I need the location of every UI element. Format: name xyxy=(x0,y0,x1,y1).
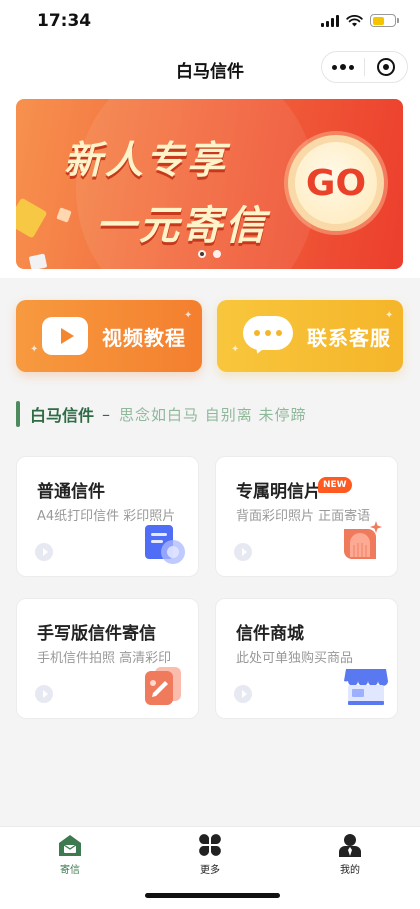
user-icon xyxy=(339,834,361,857)
slogan: 白马信件 – 思念如白马 自别离 未停蹄 xyxy=(16,401,307,427)
arrow-right-icon xyxy=(234,685,252,703)
play-icon xyxy=(42,317,88,355)
decor-cube xyxy=(16,197,48,239)
tab-label: 更多 xyxy=(200,865,220,876)
carousel-dot[interactable] xyxy=(213,250,221,258)
carousel-dots xyxy=(198,250,221,258)
shop-icon xyxy=(344,669,388,705)
battery-icon xyxy=(370,14,399,27)
sparkle-icon: ✦ xyxy=(184,310,193,321)
card-title: 手写版信件寄信 xyxy=(37,624,156,644)
home-indicator xyxy=(145,893,280,898)
banner-headline: 新人专享 xyxy=(64,138,229,182)
arrow-right-icon xyxy=(234,543,252,561)
mini-program-capsule xyxy=(321,51,408,83)
status-bar: 17:34 xyxy=(0,0,420,44)
decor-cube xyxy=(28,253,48,269)
handwriting-icon xyxy=(145,667,181,705)
status-time: 17:34 xyxy=(37,11,92,31)
video-tutorial-label: 视频教程 xyxy=(102,325,186,350)
postcard-icon xyxy=(344,521,382,559)
arrow-right-icon xyxy=(35,543,53,561)
tab-label: 我的 xyxy=(340,865,360,876)
tab-profile[interactable]: 我的 xyxy=(320,833,380,876)
clover-icon xyxy=(199,834,221,856)
sparkle-icon: ✦ xyxy=(385,310,394,321)
banner-area: 新人专享 一元寄信 GO xyxy=(0,92,420,278)
card-title: 专属明信片 xyxy=(236,482,321,502)
signal-icon xyxy=(321,14,339,27)
banner-subheadline: 一元寄信 xyxy=(96,203,268,249)
contact-service-label: 联系客服 xyxy=(307,325,391,350)
chat-bubble-icon xyxy=(243,316,293,356)
more-options-icon[interactable] xyxy=(322,52,364,82)
service-card-postcard[interactable]: 专属明信片 NEW 背面彩印照片 正面寄语 xyxy=(215,456,398,577)
video-tutorial-button[interactable]: ✦ ✦ 视频教程 xyxy=(16,300,202,372)
card-title: 普通信件 xyxy=(37,482,105,502)
tab-send-letter[interactable]: 寄信 xyxy=(40,833,100,876)
house-icon xyxy=(59,835,81,856)
status-icons xyxy=(321,14,399,27)
close-mini-program-icon[interactable] xyxy=(365,52,407,82)
nav-bar: 白马信件 xyxy=(0,44,420,92)
service-card-regular-letter[interactable]: 普通信件 A4纸打印信件 彩印照片 xyxy=(16,456,199,577)
sparkle-icon: ✦ xyxy=(231,344,240,355)
go-button[interactable]: GO xyxy=(288,135,384,231)
tab-label: 寄信 xyxy=(60,865,80,876)
contact-service-button[interactable]: ✦ ✦ 联系客服 xyxy=(217,300,403,372)
card-desc: 此处可单独购买商品 xyxy=(236,651,354,666)
go-label: GO xyxy=(295,142,377,224)
document-icon xyxy=(145,525,185,564)
slogan-dash: – xyxy=(102,404,111,424)
card-title: 信件商城 xyxy=(236,624,304,644)
arrow-right-icon xyxy=(35,685,53,703)
slogan-text: 思念如白马 自别离 未停蹄 xyxy=(119,405,307,424)
tab-more[interactable]: 更多 xyxy=(180,833,240,876)
promo-banner[interactable]: 新人专享 一元寄信 GO xyxy=(16,99,403,269)
slogan-title: 白马信件 xyxy=(30,406,95,425)
carousel-dot-active[interactable] xyxy=(198,250,206,258)
wifi-icon xyxy=(346,14,363,26)
service-card-handwritten-letter[interactable]: 手写版信件寄信 手机信件拍照 高清彩印 xyxy=(16,598,199,719)
sparkle-icon: ✦ xyxy=(30,344,39,355)
decor-cube xyxy=(56,207,72,223)
service-card-mall[interactable]: 信件商城 此处可单独购买商品 xyxy=(215,598,398,719)
new-badge: NEW xyxy=(318,477,352,493)
slogan-accent-bar xyxy=(16,401,20,427)
